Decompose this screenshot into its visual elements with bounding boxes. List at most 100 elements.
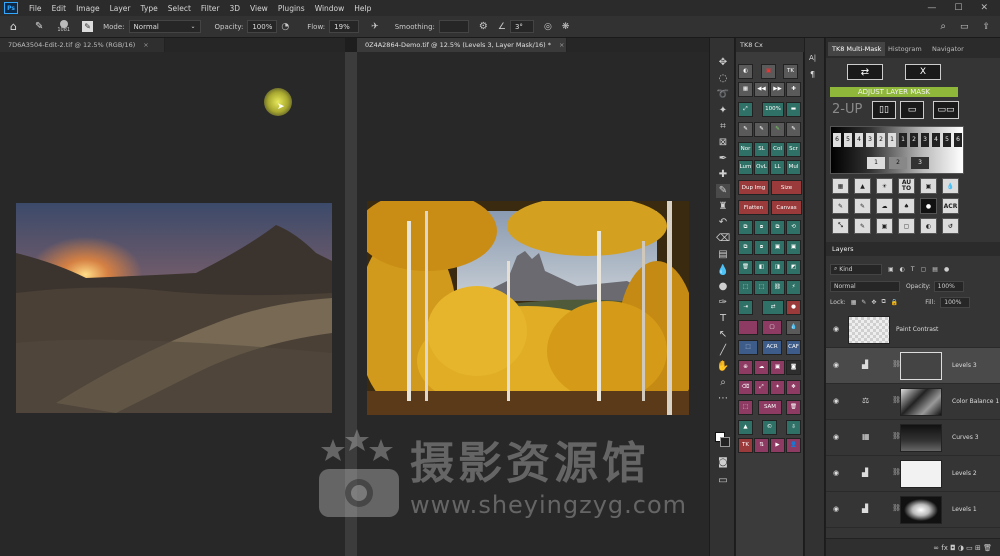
tk8-camera-icon[interactable]: ◙ — [786, 360, 801, 375]
lum-cell[interactable]: 1 — [888, 133, 896, 147]
brush-settings-icon[interactable]: ✎ — [82, 21, 94, 32]
share-icon[interactable]: ⇪ — [982, 22, 990, 32]
tk8-fit-icon[interactable]: ⤢ — [738, 102, 753, 117]
eye-icon[interactable]: ◉ — [833, 325, 841, 333]
tk8-blend-ll-button[interactable]: LL — [770, 160, 785, 175]
mm-brush-white-icon[interactable]: ✎ — [854, 198, 871, 214]
layer-row[interactable]: ◉ Paint Contrast — [826, 312, 1000, 348]
tk8-blend-normal-button[interactable]: Nor — [738, 142, 753, 157]
blend-mode-select[interactable]: Normal — [830, 280, 900, 292]
mm-brush-icon[interactable]: ✎ — [832, 198, 849, 214]
menu-edit[interactable]: Edit — [47, 4, 72, 13]
mode-select[interactable]: Normal ⌄ — [128, 20, 201, 33]
tk8-rewind-icon[interactable]: ◀◀ — [754, 82, 769, 97]
tk8-eraser-icon[interactable]: ⌫ — [738, 380, 753, 395]
tk8-trash-icon[interactable]: 🗑 — [738, 260, 753, 275]
workspace-icon[interactable]: ▭ — [960, 22, 969, 32]
tk8-flatten-button[interactable]: Flatten — [738, 200, 769, 215]
lock-all-icon[interactable]: 🔒 — [891, 299, 898, 306]
airbrush-icon[interactable]: ✈ — [371, 22, 379, 32]
lum-cell[interactable]: 3 — [921, 133, 929, 147]
pen-tool-icon[interactable]: ✑ — [716, 296, 730, 310]
healing-tool-icon[interactable]: ✚ — [716, 168, 730, 182]
filter-pixel-icon[interactable]: ▣ — [888, 266, 894, 273]
mm-drop-icon[interactable]: 💧 — [942, 178, 959, 194]
multimask-close-button[interactable]: X — [905, 64, 941, 80]
lum-cell[interactable]: 1 — [899, 133, 907, 147]
brush-tool-icon[interactable]: ✎ — [35, 21, 43, 32]
crop-tool-icon[interactable]: ⌗ — [716, 120, 730, 134]
eye-icon[interactable]: ◉ — [833, 433, 841, 441]
tk8-triangle-icon[interactable]: ▲ — [738, 420, 753, 435]
ai-icon[interactable]: A| — [809, 54, 816, 62]
layer-opacity-field[interactable]: 100% — [933, 280, 964, 292]
tk8-image-icon[interactable]: ▣ — [770, 360, 785, 375]
tk8-enter-icon[interactable]: ⇥ — [738, 300, 753, 315]
menu-plugins[interactable]: Plugins — [273, 4, 310, 13]
tk8-layer-flip-icon[interactable]: ⟲ — [786, 220, 801, 235]
tk8-frame-icon[interactable]: ⬚ — [738, 340, 758, 355]
canvas-document-2[interactable] — [357, 52, 709, 556]
gear-icon[interactable]: ⚙ — [479, 21, 488, 32]
tk8-layer-group-icon[interactable]: ⧈ — [754, 220, 769, 235]
tk8-download-icon[interactable]: ⇩ — [786, 420, 801, 435]
tk8-blend-mul-button[interactable]: Mul — [786, 160, 801, 175]
move-tool-icon[interactable]: ✥ — [716, 56, 730, 70]
tk8-swap-icon[interactable]: ⇄ — [762, 300, 784, 315]
tk8-copyright-icon[interactable]: © — [762, 420, 777, 435]
tk8-dup-img-button[interactable]: Dup Img — [738, 180, 769, 195]
eraser-tool-icon[interactable]: ⌫ — [716, 232, 730, 246]
stamp-tool-icon[interactable]: ♜ — [716, 200, 730, 214]
close-window-button[interactable]: ✕ — [980, 3, 988, 13]
mm-mask-icon[interactable]: ▣ — [876, 218, 893, 234]
tk8-tk-button[interactable]: TK — [738, 438, 753, 453]
tk8-link-icon[interactable]: ⛓ — [770, 280, 785, 295]
close-icon[interactable]: × — [559, 41, 564, 49]
tk8-drop-icon[interactable]: 💧 — [786, 320, 801, 335]
filter-adjust-icon[interactable]: ◐ — [900, 266, 905, 273]
mm-half-icon[interactable]: ◐ — [920, 218, 937, 234]
screen-mode-icon[interactable]: ▭ — [716, 474, 730, 488]
pressure-opacity-icon[interactable]: ◔ — [281, 22, 289, 32]
lock-move-icon[interactable]: ✥ — [871, 299, 876, 306]
tk8-sam-button[interactable]: SAM — [758, 400, 782, 415]
filter-smart-icon[interactable]: ▤ — [932, 266, 938, 273]
mm-histogram-icon[interactable]: ▲ — [854, 178, 871, 194]
tk8-plus-icon[interactable]: ✚ — [786, 82, 801, 97]
tk8-blend-color-button[interactable]: Col — [770, 142, 785, 157]
two-up-horizontal-button[interactable]: ▭ — [900, 101, 924, 119]
mm-frame-icon[interactable]: ▢ — [898, 218, 915, 234]
blur-tool-icon[interactable]: 💧 — [716, 264, 730, 278]
type-tool-icon[interactable]: T — [716, 312, 730, 326]
tk8-brush-black-icon[interactable]: ✎ — [738, 122, 753, 137]
tk8-layer-new-icon[interactable]: ⧉ — [738, 220, 753, 235]
tk8-user-icon[interactable]: 👤 — [786, 438, 801, 453]
tk8-blend-sl-button[interactable]: SL — [754, 142, 769, 157]
mm-brush3-icon[interactable]: ✎ — [854, 218, 871, 234]
tk8-zoom-100-button[interactable]: 100% — [762, 102, 784, 117]
menu-layer[interactable]: Layer — [105, 4, 136, 13]
paragraph-icon[interactable]: ¶ — [810, 70, 815, 79]
lock-paint-icon[interactable]: ✎ — [861, 299, 866, 306]
flow-field[interactable]: 19% — [329, 20, 360, 33]
tk8-blend-ovl-button[interactable]: OvL — [754, 160, 769, 175]
tk8-expand-icon[interactable]: ⤢ — [754, 380, 769, 395]
lum-cell[interactable]: 5 — [844, 133, 852, 147]
filter-type-icon[interactable]: T — [911, 266, 915, 273]
layer-row[interactable]: ◉ ▟ ⛓ Levels 2 — [826, 456, 1000, 492]
tk8-select-mask-icon[interactable]: ⬚ — [738, 400, 753, 415]
mm-resize-icon[interactable]: ⤡ — [832, 218, 849, 234]
menu-help[interactable]: Help — [349, 4, 376, 13]
lum-cell[interactable]: 1 — [867, 157, 885, 169]
tk8-delete-icon[interactable]: 🗑 — [786, 400, 801, 415]
home-icon[interactable]: ⌂ — [10, 20, 17, 33]
tk8-layers-icon[interactable]: ❖ — [786, 380, 801, 395]
tk8-select2-icon[interactable]: ⬚ — [754, 280, 769, 295]
eye-icon[interactable]: ◉ — [833, 361, 841, 369]
kind-filter-select[interactable]: ⌕ Kind — [830, 263, 882, 275]
layers-footer-icons[interactable]: ∞ fx ◘ ◑ ▭ ⊞ 🗑 — [933, 544, 992, 552]
filter-toggle-icon[interactable]: ● — [944, 266, 949, 273]
marquee-tool-icon[interactable]: ◌ — [716, 72, 730, 86]
lock-artboard-icon[interactable]: ⧉ — [881, 298, 885, 306]
menu-filter[interactable]: Filter — [196, 4, 225, 13]
